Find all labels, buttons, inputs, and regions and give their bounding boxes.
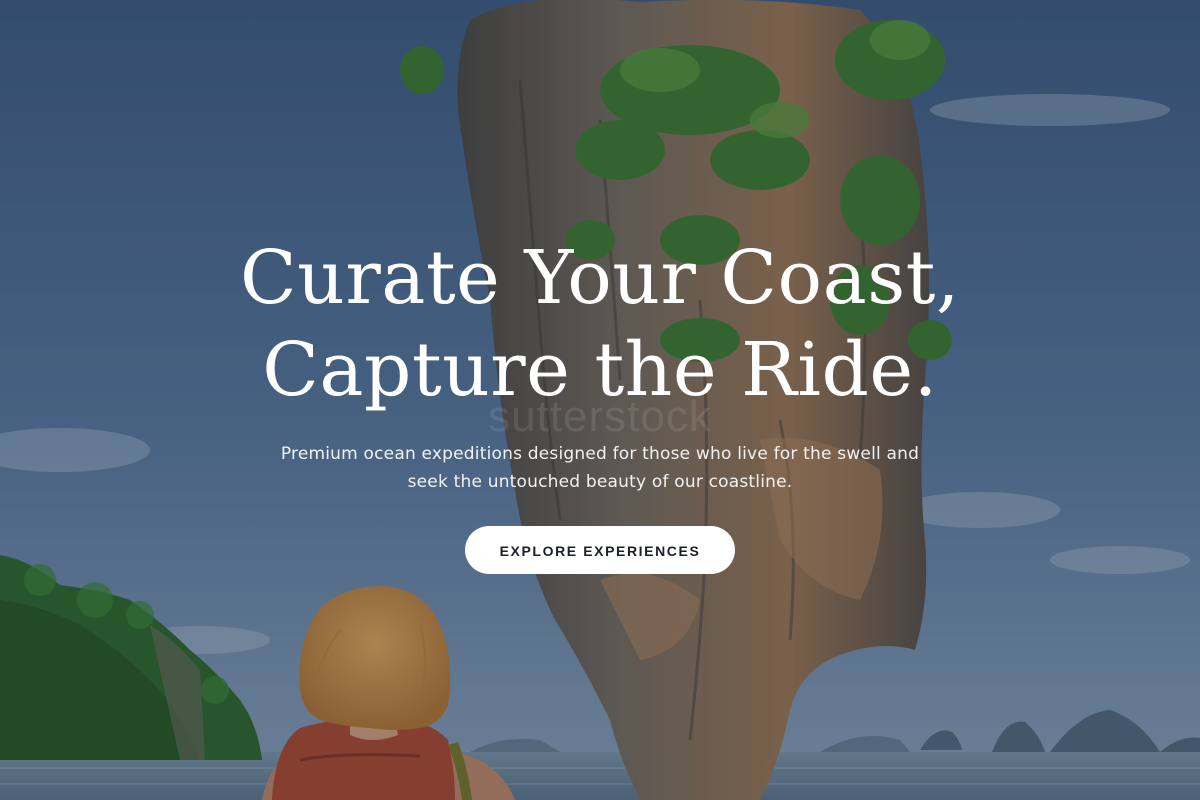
explore-experiences-button[interactable]: EXPLORE EXPERIENCES	[465, 526, 735, 574]
hero-headline: Curate Your Coast, Capture the Ride.	[0, 232, 1200, 416]
hero-section: sutterstock Curate Your Coast, Capture t…	[0, 0, 1200, 800]
hero-content: Curate Your Coast, Capture the Ride. Pre…	[0, 232, 1200, 574]
hero-headline-line1: Curate Your Coast,	[240, 235, 960, 321]
hero-headline-line2: Capture the Ride.	[262, 327, 938, 413]
hero-subtitle: Premium ocean expeditions designed for t…	[280, 444, 920, 492]
